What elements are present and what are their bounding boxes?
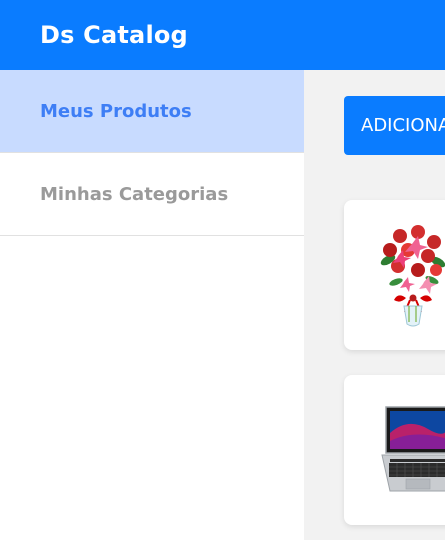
sidebar-item-label: Meus Produtos — [40, 100, 192, 122]
sidebar-item-label: Minhas Categorias — [40, 183, 229, 205]
top-navbar: Ds Catalog — [0, 0, 445, 70]
flower-bouquet-image — [380, 225, 445, 327]
product-card[interactable] — [344, 200, 445, 350]
main-content: ADICIONAR — [304, 70, 445, 540]
laptop-image — [381, 406, 445, 492]
product-card[interactable] — [344, 375, 445, 525]
sidebar-item-minhas-categorias[interactable]: Minhas Categorias — [0, 153, 304, 236]
sidebar-item-meus-produtos[interactable]: Meus Produtos — [0, 70, 304, 153]
sidebar: Meus Produtos Minhas Categorias — [0, 70, 304, 540]
brand-logo[interactable]: Ds Catalog — [40, 21, 188, 49]
add-product-button[interactable]: ADICIONAR — [344, 96, 445, 155]
